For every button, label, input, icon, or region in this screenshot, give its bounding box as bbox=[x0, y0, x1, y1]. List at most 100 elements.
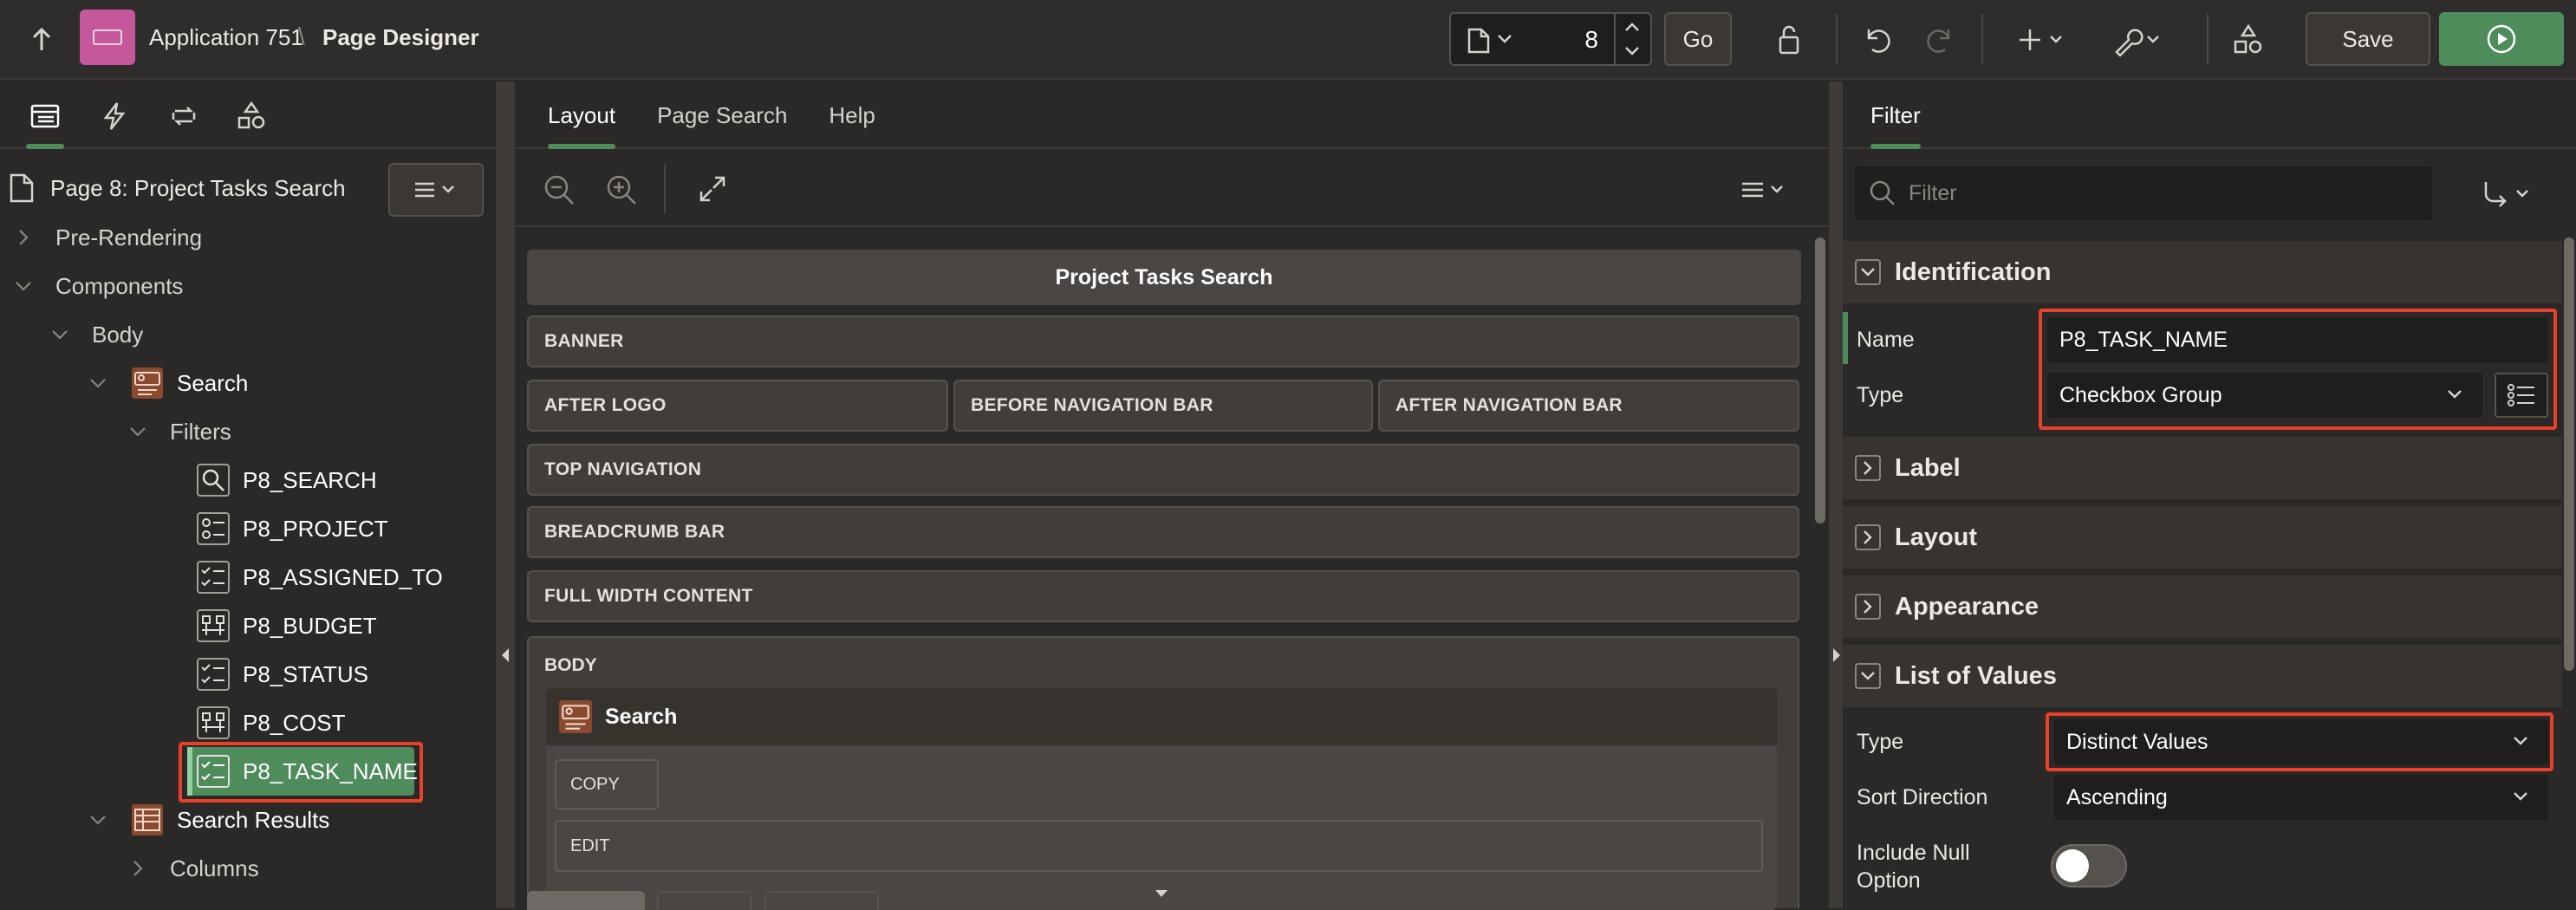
tree-node-label: P8_ASSIGNED_TO bbox=[243, 563, 443, 590]
tree-node-columns[interactable]: Columns bbox=[128, 849, 259, 887]
right-splitter[interactable] bbox=[1829, 81, 1843, 908]
chevron-down-icon bbox=[1855, 663, 1881, 689]
chevron-right-icon bbox=[1855, 594, 1881, 620]
tree-node-label: P8_STATUS bbox=[243, 660, 368, 687]
zoom-in-icon[interactable] bbox=[605, 173, 638, 206]
app-name-link[interactable]: Application 751 bbox=[149, 24, 303, 51]
expand-icon[interactable] bbox=[697, 173, 728, 205]
bottom-tab-stub[interactable] bbox=[764, 891, 879, 910]
type-label: Type bbox=[1857, 383, 1904, 407]
section-identification[interactable]: Identification bbox=[1843, 241, 2562, 305]
tree-node-label: Columns bbox=[170, 855, 259, 881]
tree-menu-button[interactable] bbox=[388, 163, 484, 217]
section-appearance[interactable]: Appearance bbox=[1843, 575, 2562, 640]
go-button[interactable]: Go bbox=[1664, 12, 1732, 66]
tree-node-search-results[interactable]: Search Results bbox=[88, 801, 329, 839]
shared-components-tab-icon[interactable] bbox=[236, 101, 267, 132]
section-layout[interactable]: Layout bbox=[1843, 506, 2562, 570]
create-menu-button[interactable] bbox=[2018, 23, 2070, 57]
run-page-button[interactable] bbox=[2439, 12, 2564, 66]
rendering-tab-icon[interactable] bbox=[29, 101, 61, 132]
tree-node-p8-assigned-to[interactable]: P8_ASSIGNED_TO bbox=[196, 558, 443, 596]
shared-components-icon[interactable] bbox=[2231, 23, 2266, 57]
range-slider-icon bbox=[196, 705, 231, 740]
page-selector[interactable]: 8 bbox=[1449, 12, 1652, 66]
chevron-down-icon bbox=[90, 816, 106, 825]
tree-node-p8-budget[interactable]: P8_BUDGET bbox=[196, 607, 377, 645]
page-icon[interactable] bbox=[1467, 28, 1491, 54]
breadcrumb-separator: \ bbox=[298, 23, 305, 49]
lock-page-icon[interactable] bbox=[1773, 23, 1808, 57]
layout-toolbar bbox=[515, 151, 1829, 227]
tree-node-search-region[interactable]: Search bbox=[88, 364, 248, 402]
page-number-input[interactable]: 8 bbox=[1584, 26, 1598, 54]
tree-node-label: P8_COST bbox=[243, 709, 346, 736]
region-breadcrumb[interactable]: BREADCRUMB BAR bbox=[527, 506, 1799, 558]
tree-node-p8-status[interactable]: P8_STATUS bbox=[196, 655, 368, 693]
tree-node-label: Body bbox=[92, 321, 144, 348]
checkbox-group-icon bbox=[196, 657, 231, 692]
layout-scrollbar[interactable] bbox=[1815, 237, 1825, 523]
slot-copy[interactable]: COPY bbox=[555, 759, 659, 809]
slot-edit[interactable]: EDIT bbox=[555, 820, 1763, 872]
tree-node-label: Filters bbox=[170, 418, 231, 445]
left-splitter[interactable] bbox=[496, 81, 515, 908]
chevron-down-icon bbox=[2514, 792, 2527, 801]
tree-node-p8-project[interactable]: P8_PROJECT bbox=[196, 510, 388, 548]
undo-icon[interactable] bbox=[1860, 23, 1895, 57]
tree-node-components[interactable]: Components bbox=[14, 267, 183, 305]
search-icon bbox=[1870, 180, 1895, 205]
region-banner[interactable]: BANNER bbox=[527, 315, 1799, 367]
spinner-up-icon[interactable] bbox=[1623, 21, 1642, 33]
bottom-tab-stub[interactable] bbox=[657, 891, 752, 910]
bottom-tab-stub[interactable] bbox=[527, 891, 645, 910]
left-pane-tabs bbox=[0, 81, 496, 149]
tab-page-search[interactable]: Page Search bbox=[636, 81, 808, 149]
tree-node-p8-cost[interactable]: P8_COST bbox=[196, 704, 346, 742]
tab-layout[interactable]: Layout bbox=[527, 81, 636, 149]
chevron-right-icon bbox=[133, 861, 143, 876]
section-label[interactable]: Label bbox=[1843, 437, 2562, 501]
tab-help[interactable]: Help bbox=[808, 81, 895, 149]
region-after-logo[interactable]: AFTER LOGO bbox=[527, 380, 948, 432]
highlight-box-lov-type bbox=[2046, 712, 2553, 771]
tree-node-p8-search[interactable]: P8_SEARCH bbox=[196, 461, 377, 499]
tree-node-body[interactable]: Body bbox=[50, 315, 143, 354]
region-body[interactable]: BODY Search COPY EDIT bbox=[527, 636, 1799, 910]
region-full-width[interactable]: FULL WIDTH CONTENT bbox=[527, 570, 1799, 622]
search-region-title: Search bbox=[605, 704, 678, 729]
include-null-toggle[interactable] bbox=[2051, 844, 2127, 887]
sort-direction-value: Ascending bbox=[2066, 784, 2168, 809]
go-to-group-icon[interactable] bbox=[2481, 179, 2536, 210]
tab-filter[interactable]: Filter bbox=[1850, 81, 1942, 149]
chevron-right-icon bbox=[1855, 455, 1881, 481]
tree-node-pre-rendering[interactable]: Pre-Rendering bbox=[14, 218, 202, 257]
page-header-bar[interactable]: Project Tasks Search bbox=[527, 250, 1801, 305]
section-list-of-values[interactable]: List of Values bbox=[1843, 645, 2562, 709]
page-node-icon bbox=[9, 173, 35, 203]
top-header: Application 751 \ Page Designer 8 Go Sav… bbox=[0, 0, 2576, 80]
filter-input[interactable]: Filter bbox=[1855, 166, 2432, 220]
property-scrollbar[interactable] bbox=[2564, 237, 2574, 671]
app-icon[interactable] bbox=[80, 10, 135, 65]
save-button[interactable]: Save bbox=[2306, 12, 2430, 66]
sort-direction-select[interactable]: Ascending bbox=[2054, 775, 2548, 820]
layout-menu-icon[interactable] bbox=[1739, 177, 1789, 203]
dynamic-actions-tab-icon[interactable] bbox=[99, 101, 130, 132]
up-arrow-icon[interactable] bbox=[26, 24, 57, 55]
spinner-down-icon[interactable] bbox=[1623, 45, 1642, 57]
search-region-header[interactable]: Search bbox=[546, 688, 1777, 745]
zoom-out-icon[interactable] bbox=[543, 173, 576, 206]
region-top-nav[interactable]: TOP NAVIGATION bbox=[527, 444, 1799, 496]
page-title: Page Designer bbox=[322, 24, 479, 50]
region-before-nav[interactable]: BEFORE NAVIGATION BAR bbox=[953, 380, 1373, 432]
search-region-block[interactable]: Search COPY EDIT bbox=[546, 688, 1777, 910]
utilities-wrench-icon[interactable] bbox=[2111, 23, 2167, 57]
region-after-nav[interactable]: AFTER NAVIGATION BAR bbox=[1378, 380, 1799, 432]
collapse-right-icon bbox=[1833, 648, 1840, 662]
tree-node-filters[interactable]: Filters bbox=[128, 413, 231, 451]
chevron-down-icon bbox=[90, 379, 106, 388]
redo-icon[interactable] bbox=[1922, 23, 1957, 57]
page-node-label[interactable]: Page 8: Project Tasks Search bbox=[50, 175, 346, 202]
processing-tab-icon[interactable] bbox=[168, 101, 199, 132]
